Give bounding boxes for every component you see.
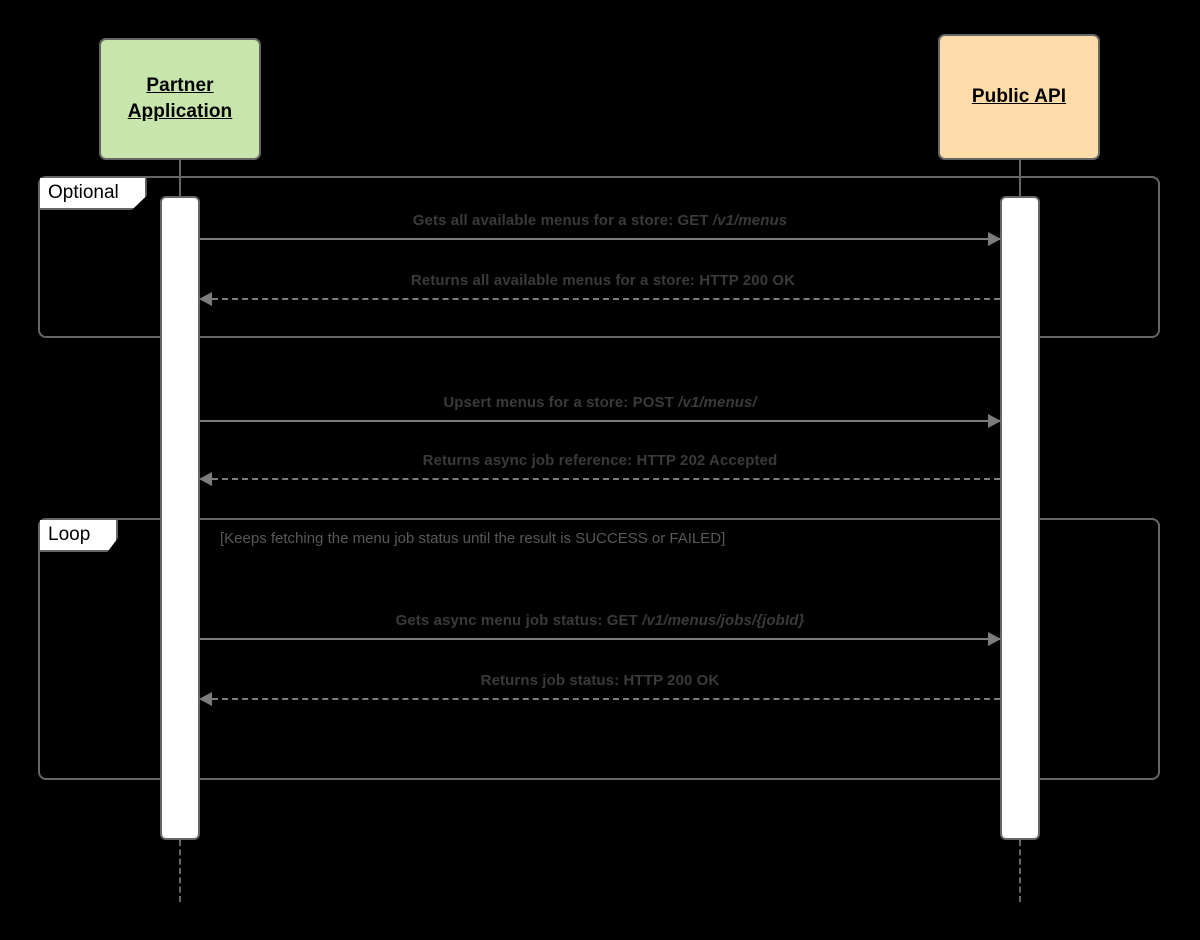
message-line-5 [200, 638, 1000, 640]
message-arrowhead-1 [988, 232, 1001, 246]
participant-partner-application[interactable]: Partner Application [99, 38, 261, 160]
message-line-3 [200, 420, 1000, 422]
participant-public-api[interactable]: Public API [938, 34, 1100, 160]
message-label-5: Gets async menu job status: GET /v1/menu… [396, 612, 805, 629]
message-5-path: /v1/menus/jobs/{jobId} [642, 612, 805, 629]
message-label-4: Returns async job reference: HTTP 202 Ac… [423, 452, 778, 469]
message-line-6 [212, 698, 1000, 700]
message-label-2: Returns all available menus for a store:… [411, 272, 795, 289]
fragment-loop-condition: [Keeps fetching the menu job status unti… [220, 530, 726, 547]
message-line-4 [212, 478, 1000, 480]
message-line-1 [200, 238, 1000, 240]
message-3-path: /v1/menus/ [678, 394, 757, 411]
message-arrowhead-3 [988, 414, 1001, 428]
message-1-path: /v1/menus [712, 212, 788, 229]
fragment-optional [38, 176, 1160, 338]
participant-public-api-label: Public API [972, 84, 1066, 110]
lifeline-partner-top [179, 160, 181, 198]
message-4-text: Returns async job reference: HTTP 202 Ac… [422, 452, 778, 469]
message-arrowhead-5 [988, 632, 1001, 646]
lifeline-api-bottom [1019, 840, 1021, 902]
message-line-2 [212, 298, 1000, 300]
message-arrowhead-6 [199, 692, 212, 706]
message-label-6: Returns job status: HTTP 200 OK [481, 672, 720, 689]
message-label-3: Upsert menus for a store: POST /v1/menus… [443, 394, 756, 411]
fragment-loop-tag: Loop [40, 520, 119, 552]
message-6-text: Returns job status: HTTP 200 OK [480, 672, 720, 689]
lifeline-partner-bottom [179, 840, 181, 902]
sequence-diagram-canvas: Optional Loop [Keeps fetching the menu j… [0, 0, 1200, 940]
message-3-text: Upsert menus for a store: POST [443, 394, 679, 411]
message-label-1: Gets all available menus for a store: GE… [413, 212, 787, 229]
participant-partner-label-line1: Partner [146, 75, 214, 97]
participant-partner-application-label: Partner Application [128, 73, 233, 124]
message-arrowhead-4 [199, 472, 212, 486]
participant-partner-label-line2: Application [127, 101, 233, 122]
message-arrowhead-2 [199, 292, 212, 306]
activation-partner-1 [160, 196, 200, 840]
participant-public-api-label-line1: Public API [971, 86, 1067, 108]
fragment-loop [38, 518, 1160, 780]
message-2-text: Returns all available menus for a store:… [410, 272, 796, 289]
activation-api-1 [1000, 196, 1040, 840]
message-5-text: Gets async menu job status: GET [395, 612, 643, 629]
message-1-text: Gets all available menus for a store: GE… [412, 212, 713, 229]
lifeline-api-top [1019, 160, 1021, 198]
fragment-optional-tag: Optional [40, 178, 147, 210]
